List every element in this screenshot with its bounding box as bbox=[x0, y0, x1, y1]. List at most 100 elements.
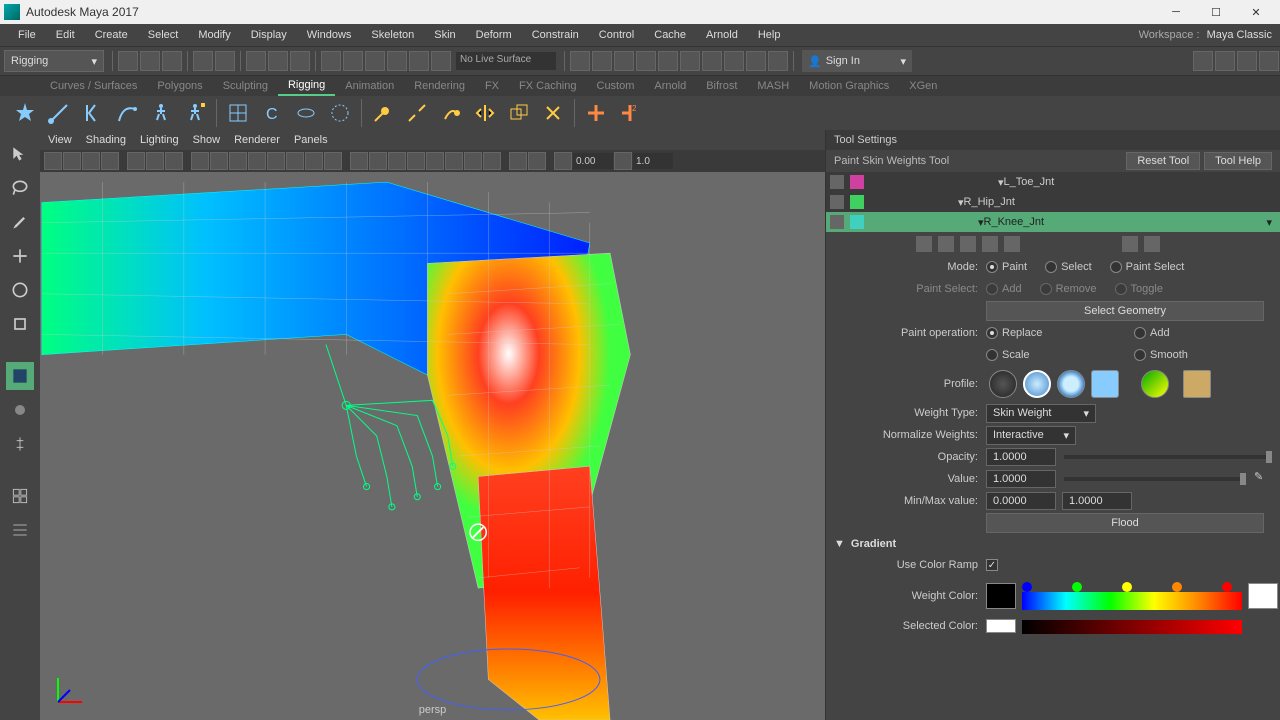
profile-custom-icon[interactable] bbox=[1141, 370, 1169, 398]
min-value-field[interactable]: 0.0000 bbox=[986, 492, 1056, 510]
playback-pause-icon[interactable] bbox=[746, 51, 766, 71]
menu-edit[interactable]: Edit bbox=[46, 29, 85, 41]
mode-dropdown[interactable]: Rigging▾ bbox=[4, 50, 104, 72]
paste-icon[interactable] bbox=[938, 236, 954, 252]
vp-shading1-icon[interactable] bbox=[191, 152, 209, 170]
shelf-tab-fxcaching[interactable]: FX Caching bbox=[509, 76, 586, 96]
shelf-tab-bifrost[interactable]: Bifrost bbox=[696, 76, 747, 96]
vp-light8-icon[interactable] bbox=[483, 152, 501, 170]
paint-tool-icon[interactable] bbox=[6, 208, 34, 236]
vp-image-icon[interactable] bbox=[82, 152, 100, 170]
save-scene-icon[interactable] bbox=[162, 51, 182, 71]
vp-menu-renderer[interactable]: Renderer bbox=[234, 134, 280, 146]
gradient-section-header[interactable]: ▼Gradient bbox=[826, 534, 1280, 554]
vp-shading3-icon[interactable] bbox=[229, 152, 247, 170]
layout-icon[interactable] bbox=[6, 482, 34, 510]
weight-color-swatch[interactable] bbox=[986, 583, 1016, 609]
menu-skeleton[interactable]: Skeleton bbox=[361, 29, 424, 41]
shelf-parent-icon[interactable] bbox=[581, 98, 611, 128]
lock-icon[interactable] bbox=[830, 215, 844, 229]
paint-select-icon[interactable] bbox=[290, 51, 310, 71]
menu-cache[interactable]: Cache bbox=[644, 29, 696, 41]
shelf-ikspline-icon[interactable] bbox=[112, 98, 142, 128]
open-scene-icon[interactable] bbox=[140, 51, 160, 71]
shelf-quickrig-icon[interactable] bbox=[180, 98, 210, 128]
undo-icon[interactable] bbox=[193, 51, 213, 71]
shelf-cluster-icon[interactable]: C bbox=[257, 98, 287, 128]
vp-gamma-field[interactable]: 1.0 bbox=[633, 153, 673, 169]
menu-modify[interactable]: Modify bbox=[188, 29, 240, 41]
maximize-button[interactable]: ☐ bbox=[1196, 0, 1236, 24]
joint-list[interactable]: ▾ L_Toe_Jnt ▾ R_Hip_Jnt ▾ R_Knee_Jnt ▾ bbox=[826, 172, 1280, 232]
rotate-tool-icon[interactable] bbox=[6, 276, 34, 304]
normalize-dropdown[interactable]: Interactive▾ bbox=[986, 426, 1076, 445]
render-view-icon[interactable] bbox=[614, 51, 634, 71]
shelf-star-icon[interactable] bbox=[10, 98, 40, 128]
mode-paintselect-radio[interactable]: Paint Select bbox=[1110, 261, 1185, 273]
shelf-paintweights-icon[interactable] bbox=[436, 98, 466, 128]
playback-start-icon[interactable] bbox=[702, 51, 722, 71]
vp-exposure-field[interactable]: 0.00 bbox=[573, 153, 613, 169]
lasso-icon[interactable] bbox=[268, 51, 288, 71]
shelf-tab-fx[interactable]: FX bbox=[475, 76, 509, 96]
lock-icon[interactable] bbox=[830, 195, 844, 209]
snap-live-icon[interactable] bbox=[409, 51, 429, 71]
ramp-handle-icon[interactable] bbox=[1222, 582, 1232, 592]
profile-square-icon[interactable] bbox=[1091, 370, 1119, 398]
shelf-tab-mash[interactable]: MASH bbox=[747, 76, 799, 96]
last-tool-icon[interactable] bbox=[6, 362, 34, 390]
vp-light6-icon[interactable] bbox=[445, 152, 463, 170]
menu-constrain[interactable]: Constrain bbox=[522, 29, 589, 41]
vp-gamma-icon[interactable] bbox=[614, 152, 632, 170]
weight-color-swatch-2[interactable] bbox=[1248, 583, 1278, 609]
scale-tool-icon[interactable] bbox=[6, 310, 34, 338]
selected-color-ramp[interactable] bbox=[1022, 620, 1242, 634]
vp-camera-icon[interactable] bbox=[44, 152, 62, 170]
shelf-tab-animation[interactable]: Animation bbox=[335, 76, 404, 96]
ramp-handle-icon[interactable] bbox=[1072, 582, 1082, 592]
channel-box-icon[interactable] bbox=[1259, 51, 1279, 71]
mode-paint-radio[interactable]: Paint bbox=[986, 261, 1027, 273]
vp-res-icon[interactable] bbox=[165, 152, 183, 170]
vp-menu-view[interactable]: View bbox=[48, 134, 72, 146]
redo-icon[interactable] bbox=[215, 51, 235, 71]
menu-file[interactable]: File bbox=[8, 29, 46, 41]
menu-create[interactable]: Create bbox=[85, 29, 138, 41]
modeling-toolkit-icon[interactable] bbox=[1193, 51, 1213, 71]
shelf-ik-icon[interactable] bbox=[78, 98, 108, 128]
fix-icon[interactable] bbox=[1004, 236, 1020, 252]
vp-shading4-icon[interactable] bbox=[248, 152, 266, 170]
snap-plane-icon[interactable] bbox=[387, 51, 407, 71]
vp-shading8-icon[interactable] bbox=[324, 152, 342, 170]
vp-light1-icon[interactable] bbox=[350, 152, 368, 170]
opacity-slider[interactable] bbox=[1064, 455, 1272, 459]
shelf-copyweights-icon[interactable] bbox=[504, 98, 534, 128]
render-icon[interactable] bbox=[570, 51, 590, 71]
vp-xray-icon[interactable] bbox=[528, 152, 546, 170]
select-tool-icon[interactable] bbox=[6, 140, 34, 168]
value-slider[interactable] bbox=[1064, 477, 1246, 481]
paintop-scale-radio[interactable]: Scale bbox=[986, 349, 1116, 361]
shelf-tab-polygons[interactable]: Polygons bbox=[147, 76, 212, 96]
select-geometry-button[interactable]: Select Geometry bbox=[986, 301, 1264, 321]
menu-select[interactable]: Select bbox=[138, 29, 189, 41]
tool-settings-icon[interactable] bbox=[1237, 51, 1257, 71]
color-ramp[interactable] bbox=[1022, 592, 1242, 610]
shelf-tab-curves[interactable]: Curves / Surfaces bbox=[40, 76, 147, 96]
vp-shading6-icon[interactable] bbox=[286, 152, 304, 170]
shelf-humanik-icon[interactable] bbox=[146, 98, 176, 128]
shelf-tab-arnold[interactable]: Arnold bbox=[644, 76, 696, 96]
signin-dropdown[interactable]: 👤 Sign In▾ bbox=[802, 50, 912, 72]
shelf-detach-icon[interactable] bbox=[402, 98, 432, 128]
workspace-selector[interactable]: Workspace : Maya Classic bbox=[1139, 29, 1272, 41]
symmetry-icon[interactable] bbox=[6, 430, 34, 458]
lock-icon[interactable] bbox=[830, 175, 844, 189]
selected-color-swatch[interactable] bbox=[986, 619, 1016, 633]
vp-shading5-icon[interactable] bbox=[267, 152, 285, 170]
menu-control[interactable]: Control bbox=[589, 29, 644, 41]
shelf-tab-motiongraphics[interactable]: Motion Graphics bbox=[799, 76, 899, 96]
paintop-replace-radio[interactable]: Replace bbox=[986, 327, 1116, 339]
profile-browse-icon[interactable] bbox=[1183, 370, 1211, 398]
menu-deform[interactable]: Deform bbox=[466, 29, 522, 41]
vp-menu-panels[interactable]: Panels bbox=[294, 134, 328, 146]
